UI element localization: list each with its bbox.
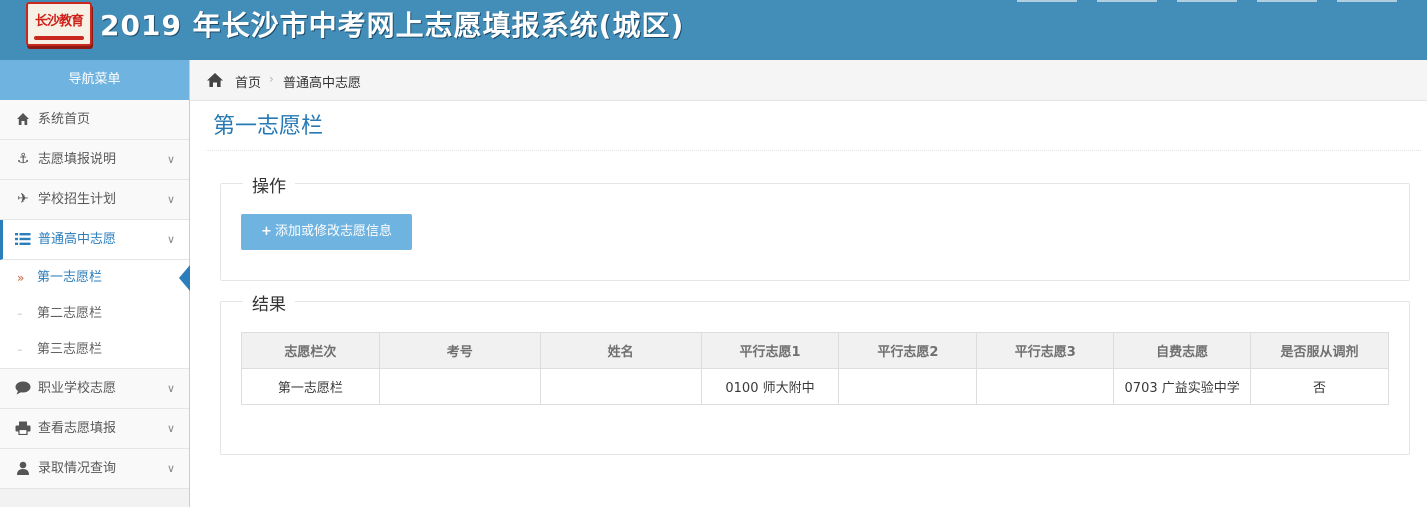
chevron-down-icon: ∨ [166,422,175,435]
home-icon [14,100,32,139]
sidebar-item-home[interactable]: 系统首页 [0,100,189,140]
sidebar-item-admission-query[interactable]: 录取情况查询 ∨ [0,449,189,489]
sidebar-item-instructions[interactable]: ⚓ 志愿填报说明 ∨ [0,140,189,180]
anchor-icon: ⚓ [16,151,30,167]
results-table: 志愿栏次 考号 姓名 平行志愿1 平行志愿2 平行志愿3 自费志愿 是否服从调剂… [241,332,1389,405]
add-or-edit-choice-button[interactable]: + 添加或修改志愿信息 [241,214,412,250]
table-cell: 否 [1250,368,1389,405]
table-cell [976,368,1115,405]
submenu-item-first-choice[interactable]: » 第一志愿栏 [0,260,190,296]
sidebar-item-label: 系统首页 [38,112,91,127]
sidebar: 导航菜单 系统首页 ⚓ 志愿填报说明 ∨ ✈ 学校招生计划 ∨ 普通高中志愿 ∨… [0,60,190,507]
column-header: 自费志愿 [1113,332,1252,369]
logo-text: 长沙教育 [34,14,84,29]
sidebar-heading: 导航菜单 [0,60,189,100]
submenu-item-label: 第二志愿栏 [37,306,103,321]
sidebar-item-vocational[interactable]: 职业学校志愿 ∨ [0,369,189,409]
logo: 长沙教育 [26,2,92,46]
table-header-row: 志愿栏次 考号 姓名 平行志愿1 平行志愿2 平行志愿3 自费志愿 是否服从调剂 [241,332,1389,369]
sidebar-item-view-application[interactable]: 查看志愿填报 ∨ [0,409,189,449]
chevron-down-icon: ∨ [166,193,175,206]
sidebar-item-label: 普通高中志愿 [38,232,117,247]
title-divider [206,150,1421,151]
submenu-item-label: 第一志愿栏 [37,270,103,285]
user-icon [14,449,32,488]
operations-legend: 操作 [243,172,295,197]
column-header: 是否服从调剂 [1250,332,1389,369]
comment-icon [14,369,32,408]
column-header: 姓名 [539,332,702,369]
sidebar-submenu: » 第一志愿栏 – 第二志愿栏 – 第三志愿栏 [0,260,190,369]
home-icon [206,71,224,89]
table-cell: 第一志愿栏 [241,368,380,405]
chevron-down-icon: ∨ [166,382,175,395]
table-cell [838,368,978,405]
chevron-down-icon: ∨ [166,233,175,246]
results-legend: 结果 [243,290,295,315]
breadcrumb-home-link[interactable]: 首页 [235,72,261,91]
column-header: 平行志愿1 [700,332,840,369]
print-icon [14,409,32,448]
sidebar-item-label: 志愿填报说明 [38,152,117,167]
submenu-item-second-choice[interactable]: – 第二志愿栏 [0,296,189,332]
sidebar-item-label: 职业学校志愿 [38,381,117,396]
column-header: 平行志愿3 [976,332,1115,369]
breadcrumb: 首页 › 普通高中志愿 [190,60,1427,101]
table-cell: 0100 师大附中 [700,368,840,405]
table-row: 第一志愿栏 0100 师大附中 0703 广益实验中学 否 [241,368,1389,405]
dash-icon: – [17,307,23,320]
column-header: 平行志愿2 [838,332,978,369]
sidebar-item-label: 录取情况查询 [38,461,117,476]
table-cell: 0703 广益实验中学 [1113,368,1252,405]
submenu-item-third-choice[interactable]: – 第三志愿栏 [0,332,189,368]
results-panel: 结果 志愿栏次 考号 姓名 平行志愿1 平行志愿2 平行志愿3 自费志愿 是否服… [220,290,1410,455]
list-icon [14,220,32,259]
header-toolbar-strip [1017,0,1417,2]
app-title: 2019 年长沙市中考网上志愿填报系统(城区) [100,9,685,42]
plus-icon: + [261,224,272,239]
page-title: 第一志愿栏 [213,114,324,139]
sidebar-item-enrollment-plan[interactable]: ✈ 学校招生计划 ∨ [0,180,189,220]
chevron-down-icon: ∨ [166,462,175,475]
chevron-right-icon: › [269,72,274,86]
app-header: 长沙教育 2019 年长沙市中考网上志愿填报系统(城区) [0,0,1427,60]
table-cell [378,368,541,405]
table-cell [539,368,702,405]
column-header: 考号 [378,332,541,369]
sidebar-item-label: 学校招生计划 [38,192,117,207]
double-chevron-right-icon: » [17,271,25,285]
plane-icon: ✈ [17,191,29,207]
column-header: 志愿栏次 [241,332,380,369]
breadcrumb-current: 普通高中志愿 [283,76,362,91]
sidebar-item-high-school[interactable]: 普通高中志愿 ∨ [0,220,189,260]
dash-icon: – [17,343,23,356]
sidebar-item-label: 查看志愿填报 [38,421,117,436]
operations-panel: 操作 + 添加或修改志愿信息 [220,172,1410,281]
add-button-label: 添加或修改志愿信息 [274,224,392,239]
submenu-item-label: 第三志愿栏 [37,342,103,357]
chevron-down-icon: ∨ [166,153,175,166]
